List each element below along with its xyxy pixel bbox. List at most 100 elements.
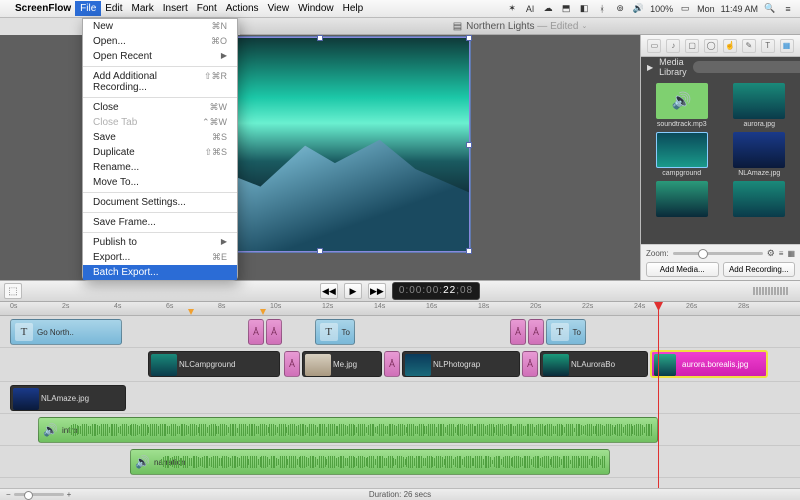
- track-row[interactable]: TGo North..ÅÅTToÅÅTTo: [0, 316, 800, 348]
- menu-item-add-additional-recording-[interactable]: Add Additional Recording...⇧⌘R: [83, 69, 237, 95]
- clip-action[interactable]: Å: [248, 319, 264, 345]
- zoom-out-icon[interactable]: −: [6, 490, 11, 499]
- clip-sel[interactable]: aurora.borealis.jpg: [650, 350, 768, 378]
- track-row[interactable]: NLCampgroundÅMe.jpgÅNLPhotograpÅNLAurora…: [0, 348, 800, 382]
- clip-img[interactable]: NLAuroraBo: [540, 351, 648, 377]
- resize-handle[interactable]: [317, 248, 323, 254]
- timeline-marker[interactable]: [260, 309, 266, 315]
- menu-insert[interactable]: Insert: [163, 3, 188, 14]
- library-zoom-slider[interactable]: [673, 252, 763, 255]
- adobe-icon[interactable]: Aǀ: [524, 4, 536, 14]
- library-view-grid-icon[interactable]: ▦: [787, 249, 795, 258]
- evernote-icon[interactable]: ✶: [506, 3, 518, 14]
- menu-item-export-[interactable]: Export...⌘E: [83, 250, 237, 265]
- library-search-input[interactable]: [693, 61, 800, 73]
- menu-item-open-[interactable]: Open...⌘O: [83, 34, 237, 49]
- play-button[interactable]: ▶: [344, 283, 362, 299]
- menu-window[interactable]: Window: [298, 3, 334, 14]
- menu-item-batch-export-[interactable]: Batch Export...: [83, 265, 237, 280]
- library-item[interactable]: [725, 181, 795, 219]
- library-view-list-icon[interactable]: ≡: [779, 249, 784, 258]
- library-play-icon[interactable]: ▶: [647, 63, 653, 72]
- zoom-in-icon[interactable]: +: [67, 490, 72, 499]
- tab-callout-icon[interactable]: ◯: [704, 39, 718, 53]
- clip-audio[interactable]: 🔊narration: [130, 449, 610, 475]
- menu-item-save-frame-[interactable]: Save Frame...: [83, 215, 237, 230]
- library-item[interactable]: NLAmaze.jpg: [725, 132, 795, 177]
- track-row[interactable]: NLAmaze.jpg: [0, 382, 800, 414]
- resize-handle[interactable]: [466, 248, 472, 254]
- resize-handle[interactable]: [317, 35, 323, 41]
- tab-text-icon[interactable]: T: [761, 39, 775, 53]
- clip-action[interactable]: Å: [384, 351, 400, 377]
- library-item[interactable]: aurora.jpg: [725, 83, 795, 128]
- app-name[interactable]: ScreenFlow: [15, 3, 71, 14]
- playhead[interactable]: [658, 302, 659, 488]
- library-item[interactable]: campground: [647, 132, 717, 177]
- library-gear-icon[interactable]: ⚙: [767, 248, 775, 259]
- prev-button[interactable]: ◀◀: [320, 283, 338, 299]
- menu-item-move-to-[interactable]: Move To...: [83, 175, 237, 190]
- clip-action[interactable]: Å: [284, 351, 300, 377]
- track-row[interactable]: 🔊narration: [0, 446, 800, 478]
- add-recording-button[interactable]: Add Recording...: [723, 262, 796, 277]
- menu-item-document-settings-[interactable]: Document Settings...: [83, 195, 237, 210]
- clip-audio[interactable]: 🔊intro: [38, 417, 658, 443]
- menu-item-duplicate[interactable]: Duplicate⇧⌘S: [83, 145, 237, 160]
- library-item[interactable]: [647, 181, 717, 219]
- add-media-button[interactable]: Add Media...: [646, 262, 719, 277]
- tab-video-icon[interactable]: ▭: [647, 39, 661, 53]
- bluetooth-icon[interactable]: ᚼ: [596, 4, 608, 14]
- resize-handle[interactable]: [466, 35, 472, 41]
- clip-text[interactable]: TTo: [315, 319, 355, 345]
- clip-img[interactable]: NLAmaze.jpg: [10, 385, 126, 411]
- menu-actions[interactable]: Actions: [226, 3, 259, 14]
- menu-view[interactable]: View: [268, 3, 290, 14]
- clip-action[interactable]: Å: [266, 319, 282, 345]
- battery-icon[interactable]: ▭: [679, 3, 691, 14]
- clip-text[interactable]: TGo North..: [10, 319, 122, 345]
- clip-action[interactable]: Å: [510, 319, 526, 345]
- crop-tool-icon[interactable]: ⬚: [4, 283, 22, 299]
- menu-font[interactable]: Font: [197, 3, 217, 14]
- clip-img[interactable]: Me.jpg: [302, 351, 382, 377]
- notifications-icon[interactable]: ≡: [782, 4, 794, 14]
- timeline-overview[interactable]: [753, 287, 788, 295]
- menu-item-new[interactable]: New⌘N: [83, 19, 237, 34]
- menu-item-save[interactable]: Save⌘S: [83, 130, 237, 145]
- cloud-icon[interactable]: ☁: [542, 3, 554, 14]
- tab-screen-icon[interactable]: ▢: [685, 39, 699, 53]
- clip-text[interactable]: TTo: [546, 319, 586, 345]
- volume-icon[interactable]: 🔊: [632, 3, 644, 14]
- menu-item-rename-[interactable]: Rename...: [83, 160, 237, 175]
- tab-media-library-icon[interactable]: ▦: [780, 39, 794, 53]
- menu-item-close[interactable]: Close⌘W: [83, 100, 237, 115]
- menu-file[interactable]: File: [75, 1, 101, 16]
- next-button[interactable]: ▶▶: [368, 283, 386, 299]
- timeline-marker[interactable]: [188, 309, 194, 315]
- timecode-display[interactable]: 0:00:00:22;08: [392, 282, 480, 300]
- menu-item-close-tab: Close Tab⌃⌘W: [83, 115, 237, 130]
- tab-annotations-icon[interactable]: ✎: [742, 39, 756, 53]
- timeline-zoom-slider[interactable]: [14, 493, 64, 496]
- menu-item-publish-to[interactable]: Publish to▶: [83, 235, 237, 250]
- menu-help[interactable]: Help: [343, 3, 364, 14]
- clip-action[interactable]: Å: [522, 351, 538, 377]
- clip-img[interactable]: NLCampground: [148, 351, 280, 377]
- spotlight-icon[interactable]: 🔍: [764, 3, 776, 14]
- tab-audio-icon[interactable]: ♪: [666, 39, 680, 53]
- track-row[interactable]: 🔊intro: [0, 414, 800, 446]
- clip-action[interactable]: Å: [528, 319, 544, 345]
- menu-edit[interactable]: Edit: [105, 3, 122, 14]
- wifi-icon[interactable]: ⊚: [614, 3, 626, 14]
- menu-mark[interactable]: Mark: [132, 3, 154, 14]
- screenshot-icon[interactable]: ◧: [578, 3, 590, 14]
- doc-chevron-icon[interactable]: ⌄: [581, 22, 587, 30]
- clip-img[interactable]: NLPhotograp: [402, 351, 520, 377]
- resize-handle[interactable]: [466, 142, 472, 148]
- library-item[interactable]: 🔊soundtrack.mp3: [647, 83, 717, 128]
- timeline-ruler[interactable]: 0s2s4s6s8s10s12s14s16s18s20s22s24s26s28s: [0, 302, 800, 316]
- dropbox-icon[interactable]: ⬒: [560, 3, 572, 14]
- menu-item-open-recent[interactable]: Open Recent▶: [83, 49, 237, 64]
- tab-touch-icon[interactable]: ☝: [723, 39, 737, 53]
